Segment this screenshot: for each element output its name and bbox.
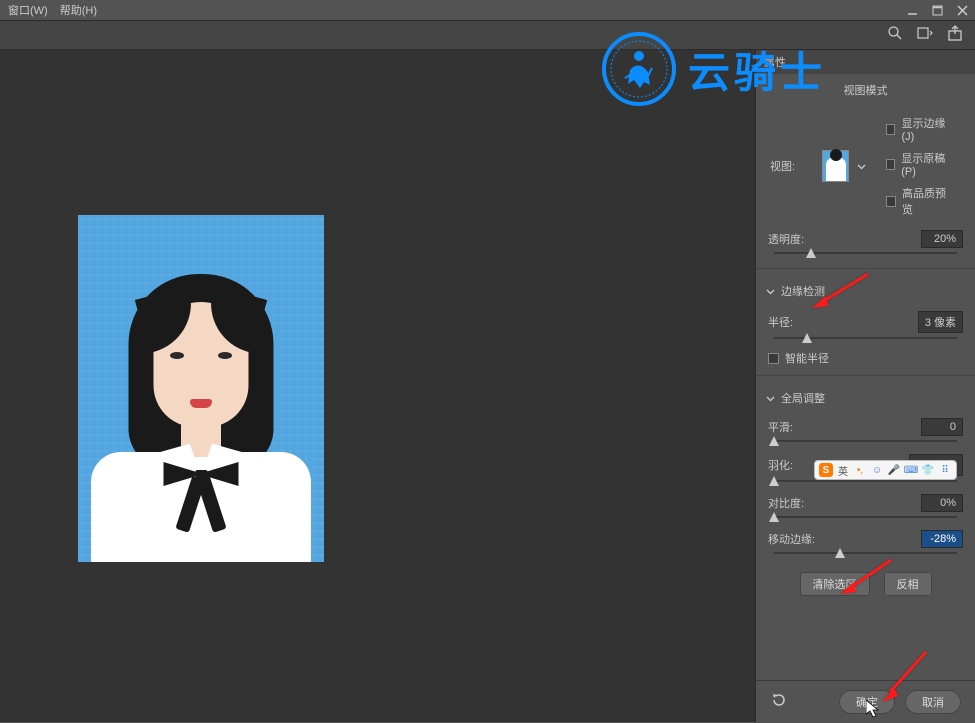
radius-label: 半径: [768, 314, 812, 330]
contrast-label: 对比度: [768, 495, 812, 511]
canvas[interactable] [0, 50, 755, 722]
global-adjust-title: 全局调整 [781, 390, 825, 406]
photo [78, 215, 324, 562]
ime-punct-icon[interactable]: •, [853, 463, 867, 477]
opacity-slider[interactable] [756, 252, 975, 262]
hq-preview-label: 高品质预览 [902, 185, 949, 217]
ime-keyboard-icon[interactable]: ⌨ [904, 463, 918, 477]
ime-mic-icon[interactable]: 🎤 [887, 463, 901, 477]
contrast-slider[interactable] [756, 516, 975, 526]
global-adjust-section[interactable]: 全局调整 [756, 382, 975, 414]
smooth-slider[interactable] [756, 440, 975, 450]
ime-emoji-icon[interactable]: ☺ [870, 463, 884, 477]
reset-icon[interactable] [770, 691, 788, 712]
cursor-icon [866, 700, 880, 718]
panel-header: 属性 [756, 50, 975, 74]
menu-window[interactable]: 窗口(W) [8, 2, 48, 18]
show-edges-checkbox[interactable]: 显示边缘 (J) [874, 112, 961, 146]
ime-toolbar[interactable]: S 英 •, ☺ 🎤 ⌨ 👕 ⠿ [814, 460, 957, 480]
cancel-button[interactable]: 取消 [905, 690, 961, 714]
smooth-value[interactable]: 0 [921, 418, 963, 436]
view-label: 视图: [770, 158, 814, 174]
edge-detect-section[interactable]: 边缘检测 [756, 275, 975, 307]
view-mode-title: 视图模式 [756, 74, 975, 106]
properties-panel: 属性 视图模式 视图: 显示边缘 (J) 显示原稿 (P) 高品质预览 透明度:… [755, 50, 975, 722]
edge-detect-title: 边缘检测 [781, 283, 825, 299]
view-mode-icon[interactable] [917, 25, 933, 46]
ime-lang[interactable]: 英 [836, 463, 850, 477]
chevron-down-icon[interactable] [857, 162, 866, 171]
feather-label: 羽化: [768, 457, 812, 473]
opacity-value[interactable]: 20% [921, 230, 963, 248]
smooth-label: 平滑: [768, 419, 812, 435]
show-original-label: 显示原稿 (P) [901, 150, 949, 178]
share-icon[interactable] [947, 25, 963, 46]
ime-brand-icon: S [819, 463, 833, 477]
hq-preview-checkbox[interactable]: 高品质预览 [874, 182, 961, 220]
shift-edge-value[interactable]: -28% [921, 530, 963, 548]
close-button[interactable] [950, 0, 975, 20]
show-edges-label: 显示边缘 (J) [901, 115, 949, 143]
shift-edge-slider[interactable] [756, 552, 975, 562]
show-original-checkbox[interactable]: 显示原稿 (P) [874, 147, 961, 181]
clear-selection-button[interactable]: 清除选区 [800, 572, 870, 596]
feather-slider[interactable] [756, 480, 975, 490]
radius-slider[interactable] [756, 337, 975, 347]
ime-skin-icon[interactable]: 👕 [921, 463, 935, 477]
radius-value[interactable]: 3 像素 [918, 311, 963, 333]
menu-help[interactable]: 帮助(H) [60, 2, 97, 18]
invert-button[interactable]: 反相 [884, 572, 932, 596]
ime-toolbox-icon[interactable]: ⠿ [938, 463, 952, 477]
view-thumbnail[interactable] [822, 150, 849, 182]
shift-edge-label: 移动边缘: [768, 531, 815, 547]
smart-radius-checkbox[interactable]: 智能半径 [756, 347, 975, 369]
search-icon[interactable] [887, 25, 903, 46]
minimize-button[interactable] [900, 0, 925, 20]
contrast-value[interactable]: 0% [921, 494, 963, 512]
smart-radius-label: 智能半径 [785, 350, 829, 366]
maximize-button[interactable] [925, 0, 950, 20]
opacity-label: 透明度: [768, 231, 812, 247]
